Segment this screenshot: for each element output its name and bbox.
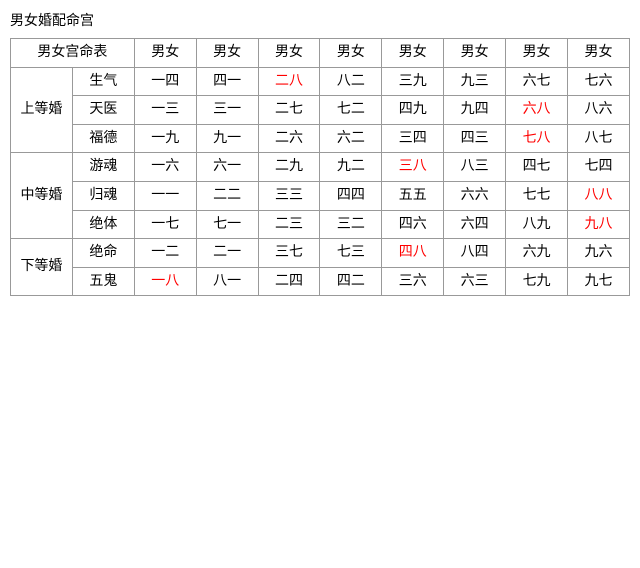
table-cell: 一九 (134, 124, 196, 153)
table-cell: 八七 (568, 124, 630, 153)
col-header-2: 男女 (196, 39, 258, 68)
table-cell: 九七 (568, 267, 630, 296)
row-label: 绝命 (72, 239, 134, 268)
table-cell: 八一 (196, 267, 258, 296)
table-cell: 六七 (506, 67, 568, 96)
table-cell: 二六 (258, 124, 320, 153)
category-cell: 上等婚 (11, 67, 73, 153)
row-label: 天医 (72, 96, 134, 125)
table-cell: 一八 (134, 267, 196, 296)
table-cell: 二九 (258, 153, 320, 182)
col-header-7: 男女 (506, 39, 568, 68)
table-cell: 七二 (320, 96, 382, 125)
table-cell: 二三 (258, 210, 320, 239)
table-row: 上等婚生气一四四一二八八二三九九三六七七六 (11, 67, 630, 96)
table-cell: 八二 (320, 67, 382, 96)
table-cell: 六八 (506, 96, 568, 125)
table-cell: 四四 (320, 181, 382, 210)
table-cell: 三三 (258, 181, 320, 210)
table-cell: 七七 (506, 181, 568, 210)
table-cell: 二四 (258, 267, 320, 296)
table-cell: 六六 (444, 181, 506, 210)
table-cell: 四三 (444, 124, 506, 153)
table-cell: 七四 (568, 153, 630, 182)
table-cell: 六三 (444, 267, 506, 296)
col-header-5: 男女 (382, 39, 444, 68)
table-cell: 三八 (382, 153, 444, 182)
table-cell: 六二 (320, 124, 382, 153)
table-row: 中等婚游魂一六六一二九九二三八八三四七七四 (11, 153, 630, 182)
table-cell: 四九 (382, 96, 444, 125)
table-cell: 二二 (196, 181, 258, 210)
row-label: 游魂 (72, 153, 134, 182)
table-cell: 一六 (134, 153, 196, 182)
col-header-1: 男女 (134, 39, 196, 68)
table-row: 归魂一一二二三三四四五五六六七七八八 (11, 181, 630, 210)
table-cell: 八四 (444, 239, 506, 268)
row-label: 福德 (72, 124, 134, 153)
table-cell: 一四 (134, 67, 196, 96)
table-row: 五鬼一八八一二四四二三六六三七九九七 (11, 267, 630, 296)
table-cell: 七八 (506, 124, 568, 153)
table-cell: 七九 (506, 267, 568, 296)
table-cell: 八八 (568, 181, 630, 210)
table-cell: 四六 (382, 210, 444, 239)
col-header-3: 男女 (258, 39, 320, 68)
table-cell: 二八 (258, 67, 320, 96)
row-label: 绝体 (72, 210, 134, 239)
table-cell: 九二 (320, 153, 382, 182)
table-cell: 九三 (444, 67, 506, 96)
table-row: 绝体一七七一二三三二四六六四八九九八 (11, 210, 630, 239)
table-cell: 三九 (382, 67, 444, 96)
table-cell: 六九 (506, 239, 568, 268)
table-row: 下等婚绝命一二二一三七七三四八八四六九九六 (11, 239, 630, 268)
table-cell: 一七 (134, 210, 196, 239)
table-corner-header: 男女宫命表 (11, 39, 135, 68)
table-cell: 四一 (196, 67, 258, 96)
marriage-table: 男女宫命表 男女 男女 男女 男女 男女 男女 男女 男女 上等婚生气一四四一二… (10, 38, 630, 296)
table-cell: 九八 (568, 210, 630, 239)
table-cell: 八六 (568, 96, 630, 125)
col-header-6: 男女 (444, 39, 506, 68)
table-cell: 四七 (506, 153, 568, 182)
table-cell: 九一 (196, 124, 258, 153)
table-cell: 一三 (134, 96, 196, 125)
table-cell: 二七 (258, 96, 320, 125)
table-cell: 三六 (382, 267, 444, 296)
table-row: 福德一九九一二六六二三四四三七八八七 (11, 124, 630, 153)
table-cell: 四二 (320, 267, 382, 296)
table-cell: 二一 (196, 239, 258, 268)
table-cell: 九四 (444, 96, 506, 125)
row-label: 归魂 (72, 181, 134, 210)
col-header-4: 男女 (320, 39, 382, 68)
page-title: 男女婚配命宫 (10, 10, 630, 30)
table-cell: 九六 (568, 239, 630, 268)
category-cell: 下等婚 (11, 239, 73, 296)
table-cell: 五五 (382, 181, 444, 210)
table-cell: 三二 (320, 210, 382, 239)
table-cell: 六四 (444, 210, 506, 239)
table-cell: 六一 (196, 153, 258, 182)
row-label: 生气 (72, 67, 134, 96)
table-cell: 一二 (134, 239, 196, 268)
table-cell: 七三 (320, 239, 382, 268)
category-cell: 中等婚 (11, 153, 73, 239)
table-cell: 四八 (382, 239, 444, 268)
table-cell: 一一 (134, 181, 196, 210)
table-cell: 八三 (444, 153, 506, 182)
table-row: 天医一三三一二七七二四九九四六八八六 (11, 96, 630, 125)
table-cell: 八九 (506, 210, 568, 239)
table-cell: 三七 (258, 239, 320, 268)
table-cell: 七六 (568, 67, 630, 96)
col-header-8: 男女 (568, 39, 630, 68)
row-label: 五鬼 (72, 267, 134, 296)
table-cell: 三四 (382, 124, 444, 153)
table-cell: 七一 (196, 210, 258, 239)
table-cell: 三一 (196, 96, 258, 125)
